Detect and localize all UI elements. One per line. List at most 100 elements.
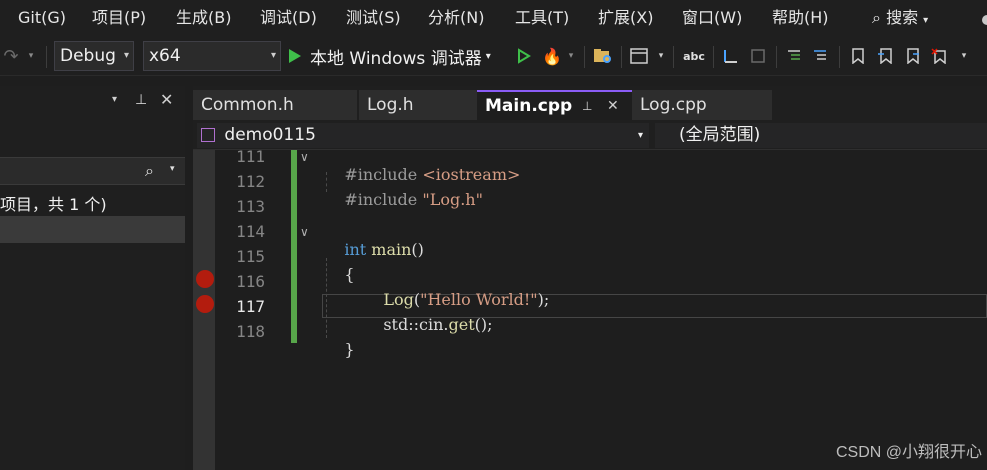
menu-test[interactable]: 测试(S)	[346, 0, 401, 36]
punctuation: );	[537, 290, 550, 309]
menu-project[interactable]: 项目(P)	[92, 0, 146, 36]
toolbar-separator	[839, 46, 840, 68]
project-icon	[201, 128, 215, 142]
pin-icon[interactable]: ⊥	[582, 92, 592, 120]
search-label: 搜索	[886, 8, 919, 27]
namespace-qualifier: std::cin.	[383, 315, 449, 334]
toolbar-separator	[776, 46, 777, 68]
chevron-down-icon: ▾	[923, 15, 929, 26]
include-path: "Log.h"	[422, 190, 483, 209]
function-name: main	[366, 240, 412, 259]
punctuation: ()	[411, 240, 424, 259]
solution-explorer-panel: ▾ ⊥ ✕ ⌕ ▾ 项目，共 1 个)	[0, 86, 185, 470]
project-select[interactable]: demo0115 ▾	[197, 123, 649, 148]
solution-search-input[interactable]: ⌕ ▾	[0, 157, 185, 185]
code-line: #include "Log.h"	[324, 171, 483, 228]
punctuation: ();	[474, 315, 493, 334]
tab-main-cpp[interactable]: Main.cpp ⊥ ✕	[477, 90, 632, 120]
line-number: 116	[236, 272, 265, 291]
start-debugging-button[interactable]: 本地 Windows 调试器 ▾	[288, 36, 510, 76]
bookmark-icon[interactable]	[846, 36, 870, 76]
next-bookmark-icon[interactable]	[900, 36, 924, 76]
previous-bookmark-icon[interactable]	[873, 36, 897, 76]
toolbar-separator	[621, 46, 622, 68]
watermark: CSDN @小翔很开心	[835, 444, 982, 461]
close-icon[interactable]: ✕	[607, 92, 619, 120]
search-button[interactable]: ⌕ 搜索 ▾	[872, 0, 928, 36]
clear-bookmarks-icon[interactable]	[927, 36, 951, 76]
project-name: demo0115	[224, 125, 316, 145]
menu-debug[interactable]: 调试(D)	[260, 0, 317, 36]
menu-analyze[interactable]: 分析(N)	[428, 0, 484, 36]
platform-value: x64	[149, 46, 181, 66]
current-line-number: 117	[236, 297, 265, 316]
chevron-down-icon[interactable]: ▾	[170, 164, 175, 174]
chevron-down-icon[interactable]: ▾	[564, 36, 578, 76]
overflow-icon[interactable]: ▾	[654, 36, 668, 76]
redo-dropdown-icon[interactable]: ▾	[24, 36, 38, 76]
menu-extensions[interactable]: 扩展(X)	[598, 0, 653, 36]
tab-log-h[interactable]: Log.h	[359, 90, 477, 120]
toolbar-separator	[46, 46, 47, 68]
breakpoint-icon[interactable]	[196, 295, 214, 313]
tab-log-cpp[interactable]: Log.cpp	[632, 90, 772, 120]
chevron-down-icon: ▾	[123, 50, 129, 61]
collapse-icon[interactable]: ∨	[300, 225, 309, 239]
brace: }	[344, 340, 355, 359]
uncomment-icon[interactable]	[808, 36, 832, 76]
toolbar-separator	[584, 46, 585, 68]
change-tracking-bar	[291, 150, 297, 343]
scope-name: (全局范围)	[679, 125, 761, 145]
toolbar-separator	[673, 46, 674, 68]
toolbar: ↷ ▾ Debug ▾ x64 ▾ 本地 Windows 调试器 ▾ 🔥 ▾ ▾…	[0, 36, 987, 76]
folder-search-icon[interactable]	[590, 36, 616, 76]
hot-reload-icon[interactable]: 🔥	[540, 36, 564, 76]
menu-git[interactable]: Git(G)	[18, 0, 66, 36]
chevron-down-icon: ▾	[485, 50, 491, 62]
toolbar-overflow-icon[interactable]: ▾	[956, 36, 972, 76]
line-number: 118	[236, 322, 265, 341]
pin-icon[interactable]: ⊥	[135, 92, 147, 108]
panel-menu-icon[interactable]: ▾	[112, 94, 117, 105]
avatar[interactable]	[982, 15, 987, 25]
menu-build[interactable]: 生成(B)	[176, 0, 231, 36]
scope-select[interactable]: (全局范围)	[655, 123, 987, 148]
play-outline-icon	[518, 48, 531, 64]
tab-common-h[interactable]: Common.h	[193, 90, 357, 120]
tab-label: Log.cpp	[640, 95, 707, 115]
chevron-down-icon: ▾	[637, 130, 643, 141]
code-line: }	[324, 321, 355, 378]
breakpoint-icon[interactable]	[196, 270, 214, 288]
step-into-icon[interactable]	[718, 36, 742, 76]
collapse-icon[interactable]: ∨	[300, 150, 309, 164]
code-line: {	[324, 246, 354, 303]
menu-bar: Git(G) 项目(P) 生成(B) 调试(D) 测试(S) 分析(N) 工具(…	[0, 0, 987, 36]
tab-label: Common.h	[201, 95, 294, 115]
window-layout-icon[interactable]	[627, 36, 651, 76]
config-select[interactable]: Debug ▾	[54, 41, 134, 71]
line-number: 112	[236, 172, 265, 191]
step-over-icon[interactable]	[746, 36, 770, 76]
play-icon	[289, 49, 301, 63]
code-editor[interactable]: 111 112 113 114 115 116 117 118 ∨ ∨ #inc…	[193, 150, 987, 470]
close-icon[interactable]: ✕	[160, 90, 173, 109]
search-icon: ⌕	[872, 8, 881, 27]
preprocessor-directive: #include	[344, 190, 423, 209]
menu-tools[interactable]: 工具(T)	[515, 0, 569, 36]
code-line: std::cin.get();	[363, 296, 493, 353]
selected-tree-item[interactable]	[0, 216, 185, 243]
line-number: 113	[236, 197, 265, 216]
function-name: get	[448, 315, 475, 334]
menu-window[interactable]: 窗口(W)	[682, 0, 742, 36]
line-number: 111	[236, 150, 265, 166]
menu-help[interactable]: 帮助(H)	[772, 0, 829, 36]
panel-header: ▾ ⊥ ✕	[0, 86, 185, 122]
config-value: Debug	[60, 46, 116, 66]
platform-select[interactable]: x64 ▾	[143, 41, 281, 71]
spell-check-icon[interactable]: abc	[680, 36, 708, 76]
document-tabs: Common.h Log.h Main.cpp ⊥ ✕ Log.cpp	[193, 86, 987, 120]
comment-out-icon[interactable]	[782, 36, 806, 76]
redo-icon[interactable]: ↷	[0, 36, 22, 76]
start-without-debugging-button[interactable]	[512, 36, 536, 76]
chevron-down-icon: ▾	[270, 50, 276, 61]
